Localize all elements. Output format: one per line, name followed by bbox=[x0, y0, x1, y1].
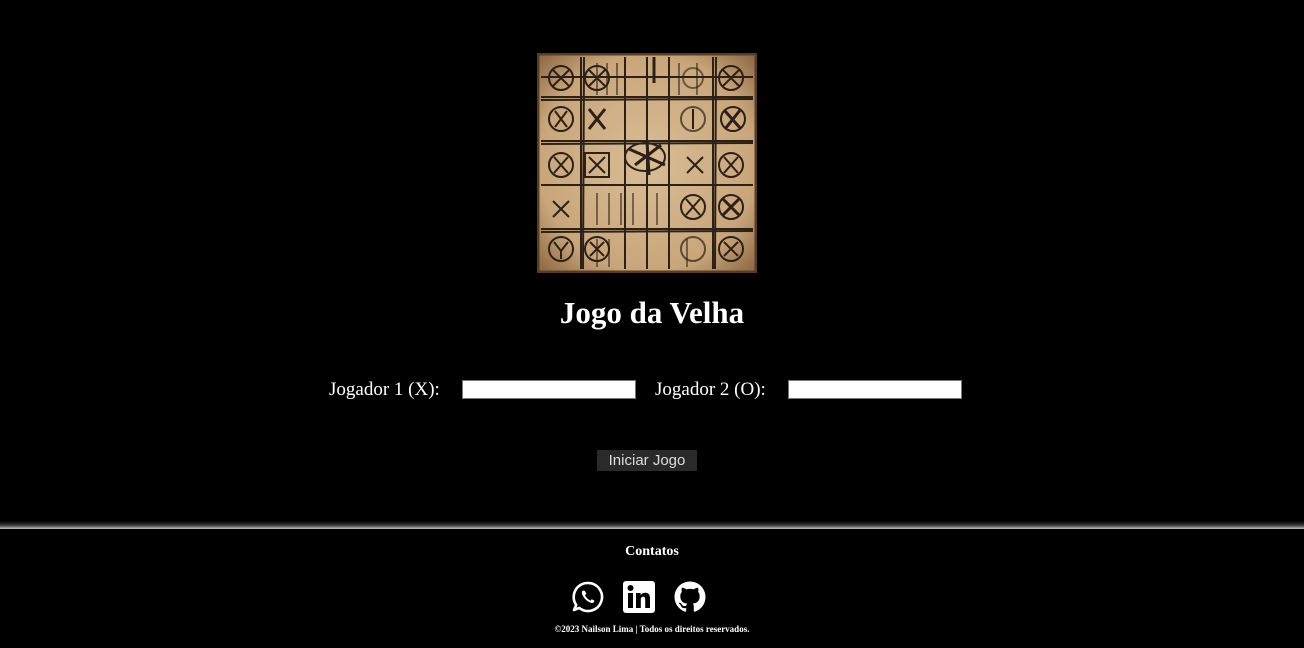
linkedin-icon[interactable] bbox=[622, 580, 656, 614]
player2-name-input[interactable] bbox=[788, 380, 962, 399]
footer-divider bbox=[0, 521, 1304, 529]
contacts-title: Contatos bbox=[625, 544, 679, 559]
page: Jogo da Velha Jogador 1 (X): Jogador 2 (… bbox=[0, 0, 1304, 648]
page-title: Jogo da Velha bbox=[559, 295, 745, 330]
github-icon[interactable] bbox=[673, 580, 707, 614]
player2-label: Jogador 2 (O): bbox=[655, 379, 766, 400]
player-form: Jogador 1 (X): Jogador 2 (O): bbox=[0, 378, 1304, 404]
player1-label: Jogador 1 (X): bbox=[329, 379, 440, 400]
player1-name-input[interactable] bbox=[462, 380, 636, 399]
copyright-text: ©2023 Nailson Lima | Todos os direitos r… bbox=[554, 624, 750, 634]
whatsapp-icon[interactable] bbox=[571, 580, 605, 614]
start-game-button[interactable]: Iniciar Jogo bbox=[597, 450, 697, 471]
game-logo-icon bbox=[537, 53, 757, 273]
